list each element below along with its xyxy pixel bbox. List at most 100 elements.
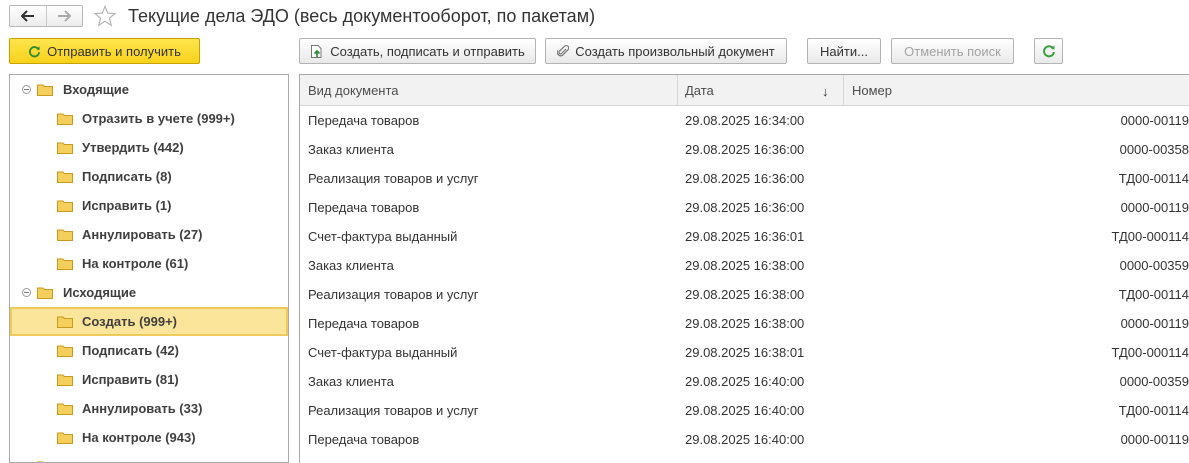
find-button[interactable]: Найти... (807, 38, 881, 64)
tree-group-label: Входящие (63, 82, 129, 97)
cell-number: 0000-00119 (1120, 316, 1189, 331)
cell-date: 29.08.2025 16:36:00 (685, 171, 805, 186)
tree-item-incoming-fix[interactable]: Исправить (1) (10, 191, 288, 220)
table-row[interactable]: Заказ клиента 29.08.2025 16:36:00 0000-003… (300, 135, 1189, 164)
table-row[interactable]: Заказ клиента 29.08.2025 16:38:00 0000-003… (300, 251, 1189, 280)
document-send-icon (311, 44, 322, 58)
create-arbitrary-label: Создать произвольный документ (575, 43, 775, 59)
cancel-search-label: Отменить поиск (904, 43, 1001, 59)
cell-number: 0000-00119 (1120, 113, 1189, 128)
tree-item-label: Аннулировать (27) (82, 227, 203, 242)
tree-item-label: Исправить (1) (82, 198, 172, 213)
column-header-kind[interactable]: Вид документа (300, 75, 677, 105)
create-arbitrary-document-button[interactable]: Создать произвольный документ (545, 38, 787, 64)
cell-number: 0000-00359 (1119, 258, 1189, 273)
send-receive-button[interactable]: Отправить и получить (9, 38, 200, 64)
column-header-label: Номер (852, 82, 893, 98)
tree-item-outgoing-fix[interactable]: Исправить (81) (10, 365, 288, 394)
folder-icon (57, 229, 73, 241)
paperclip-icon (557, 45, 570, 57)
refresh-icon (1042, 45, 1055, 58)
cell-date: 29.08.2025 16:38:00 (685, 316, 805, 331)
cell-date: 29.08.2025 16:38:00 (685, 258, 805, 273)
cell-number: 0000-00358 (1119, 142, 1189, 157)
tree-item-label: Отразить в учете (999+) (82, 111, 235, 126)
tree-item-label: Аннулировать (33) (82, 401, 203, 416)
cell-date: 29.08.2025 16:40:00 (685, 403, 805, 418)
cell-number: ТД00-000114 (1111, 229, 1189, 244)
cell-document-kind: Реализация товаров и услуг (308, 171, 479, 186)
cell-document-kind: Счет-фактура выданный (308, 229, 458, 244)
tree-group-next[interactable] (10, 452, 288, 462)
cell-document-kind: Реализация товаров и услуг (308, 287, 479, 302)
folder-icon (57, 200, 73, 212)
cell-number: ТД00-00114 (1118, 171, 1189, 186)
tree-item-incoming-annul[interactable]: Аннулировать (27) (10, 220, 288, 249)
find-label: Найти... (820, 43, 868, 59)
cell-date: 29.08.2025 16:38:01 (685, 345, 805, 360)
refresh-icon (29, 45, 41, 57)
history-navigation (9, 5, 83, 27)
documents-table: Вид документа Дата ↓ Номер Передача това… (299, 74, 1189, 463)
cell-date: 29.08.2025 16:40:00 (685, 432, 805, 447)
tree-group-outgoing[interactable]: Исходящие (10, 278, 288, 307)
tree-item-outgoing-create[interactable]: Создать (999+) (10, 307, 288, 336)
column-header-number[interactable]: Номер (844, 75, 1189, 105)
create-sign-send-button[interactable]: Создать, подписать и отправить (299, 38, 536, 64)
tree-item-outgoing-control[interactable]: На контроле (943) (10, 423, 288, 452)
folder-icon (57, 432, 73, 444)
tree-item-incoming-record[interactable]: Отразить в учете (999+) (10, 104, 288, 133)
table-row[interactable]: Передача товаров 29.08.2025 16:40:00 0000-… (300, 425, 1189, 454)
tree-item-label: На контроле (943) (82, 430, 196, 445)
table-row[interactable]: Счет-фактура выданный 29.08.2025 16:36:01… (300, 222, 1189, 251)
collapse-icon[interactable] (22, 288, 31, 297)
collapse-icon[interactable] (22, 85, 31, 94)
tree-item-incoming-approve[interactable]: Утвердить (442) (10, 133, 288, 162)
folder-icon (57, 258, 73, 270)
cell-number: ТД00-000114 (1111, 345, 1189, 360)
table-row[interactable]: Передача товаров 29.08.2025 16:36:00 0000-… (300, 193, 1189, 222)
cell-date: 29.08.2025 16:40:00 (685, 374, 805, 389)
create-sign-send-label: Создать, подписать и отправить (330, 43, 525, 59)
folder-icon (57, 345, 73, 357)
column-header-date[interactable]: Дата (677, 75, 843, 105)
tree-item-outgoing-sign[interactable]: Подписать (42) (10, 336, 288, 365)
table-row[interactable]: Реализация товаров и услуг 29.08.2025 16:… (300, 280, 1189, 309)
arrow-right-icon (58, 10, 72, 22)
cell-number: 0000-00119 (1120, 200, 1189, 215)
cancel-search-button[interactable]: Отменить поиск (891, 38, 1014, 64)
table-row[interactable]: Реализация товаров и услуг 29.08.2025 16:… (300, 396, 1189, 425)
tree-item-incoming-sign[interactable]: Подписать (8) (10, 162, 288, 191)
tree-item-label: Подписать (8) (82, 169, 172, 184)
cell-document-kind: Заказ клиента (308, 142, 394, 157)
cell-document-kind: Передача товаров (308, 432, 420, 447)
folder-icon (57, 374, 73, 386)
forward-button[interactable] (45, 6, 83, 26)
refresh-button[interactable] (1034, 38, 1063, 64)
favorite-star-icon[interactable] (93, 4, 117, 30)
cell-date: 29.08.2025 16:36:01 (685, 229, 805, 244)
back-button[interactable] (10, 6, 46, 26)
table-row[interactable]: Передача товаров 29.08.2025 16:38:00 0000-… (300, 309, 1189, 338)
tree-item-label: На контроле (61) (82, 256, 189, 271)
table-row[interactable]: Заказ клиента 29.08.2025 16:40:00 0000-003… (300, 367, 1189, 396)
cell-number: 0000-00359 (1119, 374, 1189, 389)
cell-date: 29.08.2025 16:36:00 (685, 142, 805, 157)
folder-icon (37, 287, 53, 299)
table-row[interactable]: Реализация товаров и услуг 29.08.2025 16:… (300, 164, 1189, 193)
column-header-label: Дата (685, 82, 714, 98)
tree-item-incoming-control[interactable]: На контроле (61) (10, 249, 288, 278)
cell-date: 29.08.2025 16:36:00 (685, 200, 805, 215)
tree-group-label: Исходящие (63, 285, 137, 300)
table-row[interactable]: Счет-фактура выданный 29.08.2025 16:38:01… (300, 338, 1189, 367)
cell-document-kind: Счет-фактура выданный (308, 345, 458, 360)
table-row[interactable]: Передача товаров 29.08.2025 16:34:00 0000-… (300, 106, 1189, 135)
tree-item-label: Подписать (42) (82, 343, 179, 358)
arrow-left-icon (20, 10, 34, 22)
cell-date: 29.08.2025 16:38:00 (685, 287, 805, 302)
tree-item-label: Создать (999+) (82, 314, 178, 329)
folder-icon (57, 113, 73, 125)
tree-item-outgoing-annul[interactable]: Аннулировать (33) (10, 394, 288, 423)
cell-date: 29.08.2025 16:34:00 (685, 113, 805, 128)
tree-group-incoming[interactable]: Входящие (10, 75, 288, 104)
